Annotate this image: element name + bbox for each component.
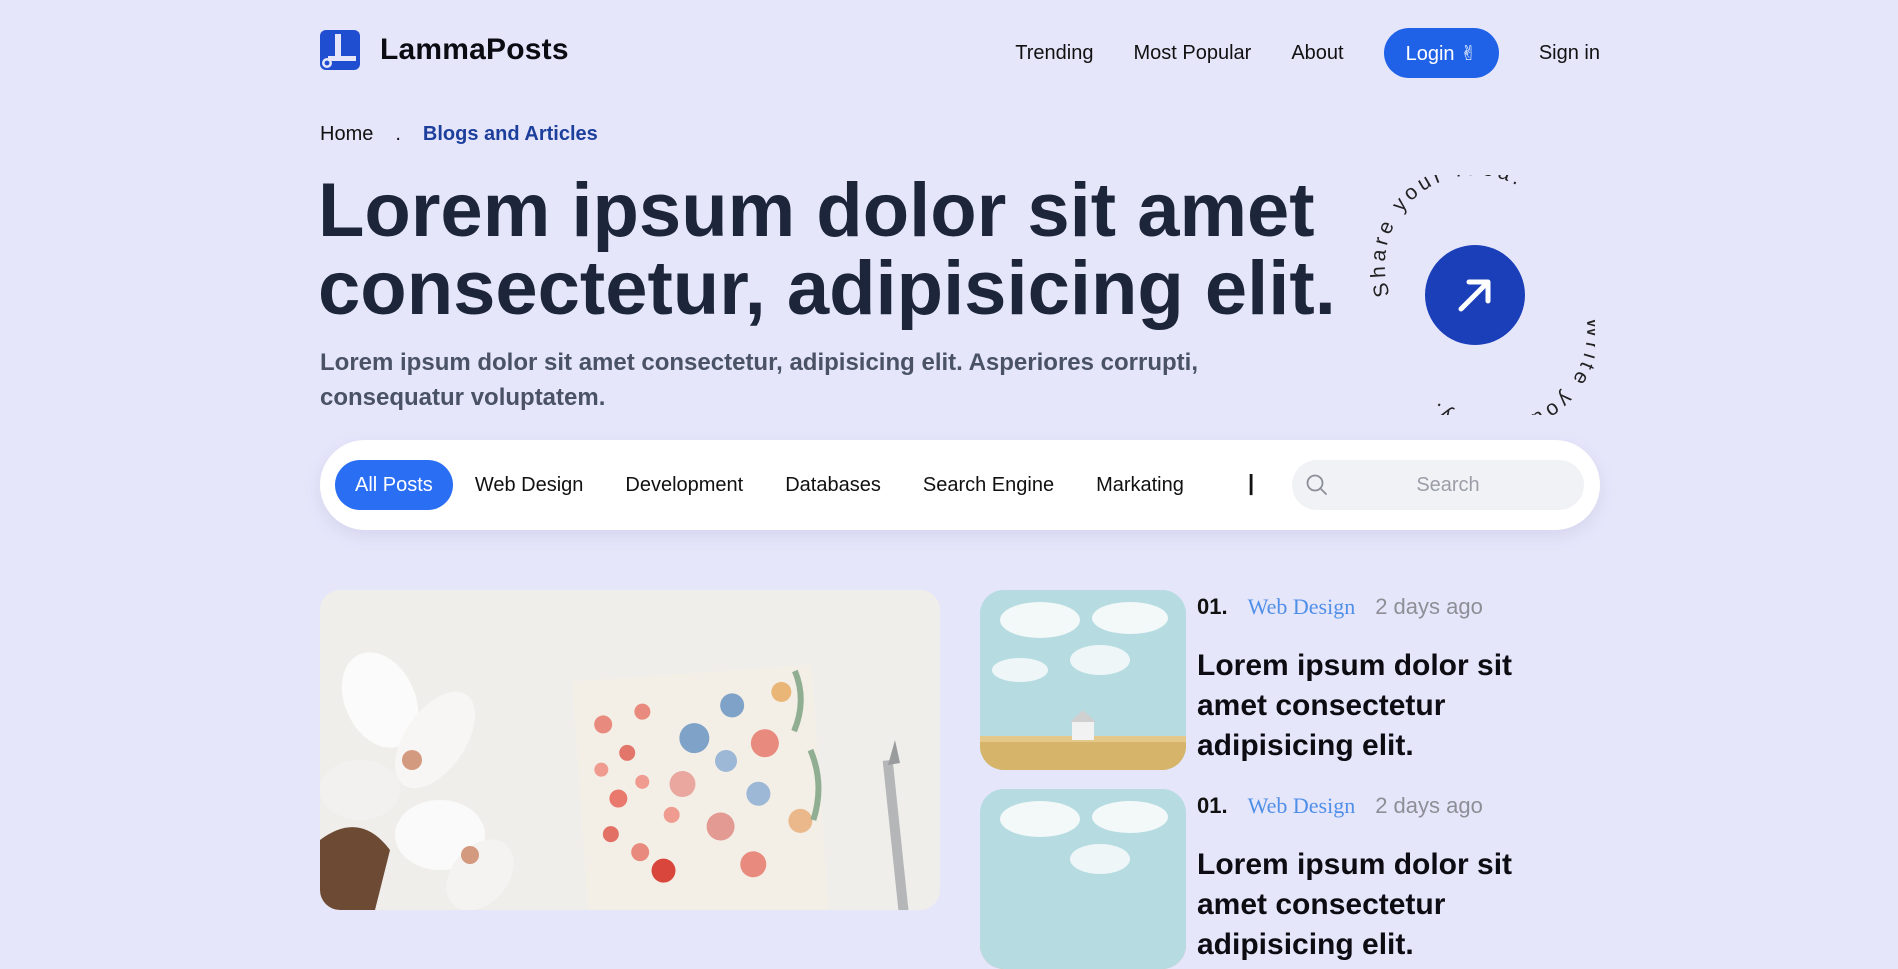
tab-development[interactable]: Development [625, 474, 743, 497]
post-category[interactable]: Web Design [1248, 594, 1356, 620]
sign-in-link[interactable]: Sign in [1539, 42, 1600, 65]
share-story-badge[interactable]: Share your Idea. Write your Story. [1355, 175, 1595, 415]
page-title: Lorem ipsum dolor sit amet consectetur, … [318, 168, 1336, 331]
nav-trending[interactable]: Trending [1015, 42, 1093, 65]
nav-about[interactable]: About [1291, 42, 1343, 65]
featured-post-image[interactable] [320, 590, 940, 910]
search-icon [1306, 474, 1327, 495]
site-header: LammaPosts Trending Most Popular About L… [320, 28, 1600, 78]
breadcrumb: Home . Blogs and Articles [320, 123, 598, 146]
tab-search-engine[interactable]: Search Engine [923, 474, 1054, 497]
post-number: 01. [1197, 793, 1228, 818]
arrow-up-right-icon [1458, 279, 1491, 312]
category-tabs: All Posts Web Design Development Databas… [335, 460, 1226, 510]
breadcrumb-home[interactable]: Home [320, 123, 373, 146]
breadcrumb-current[interactable]: Blogs and Articles [423, 123, 598, 146]
filter-divider: | [1248, 470, 1255, 495]
post-number: 01. [1197, 594, 1228, 619]
main-nav: Trending Most Popular About Login ✌ Sign… [975, 28, 1600, 78]
page-subtitle: Lorem ipsum dolor sit amet consectetur, … [320, 349, 1198, 411]
tab-web-design[interactable]: Web Design [475, 474, 584, 497]
tab-all-posts[interactable]: All Posts [335, 460, 453, 510]
post-category[interactable]: Web Design [1248, 793, 1356, 819]
search-box [1292, 460, 1584, 510]
breadcrumb-separator: . [395, 123, 401, 145]
post-time: 2 days ago [1375, 793, 1483, 818]
arrow-up-right-button[interactable] [1425, 245, 1525, 345]
landscape-image [980, 590, 1186, 770]
post-meta: 01. Web Design 2 days ago [1197, 594, 1483, 620]
landscape-image [980, 789, 1186, 969]
post-thumbnail[interactable] [980, 590, 1186, 770]
post-thumbnail[interactable] [980, 789, 1186, 969]
notebook-flowers-image [320, 590, 940, 910]
tab-markating[interactable]: Markating [1096, 474, 1184, 497]
post-time: 2 days ago [1375, 594, 1483, 619]
logo-icon [320, 30, 360, 70]
post-title[interactable]: Lorem ipsum dolor sit amet consectetur a… [1197, 845, 1557, 965]
brand-name: LammaPosts [380, 33, 569, 66]
category-filter-bar: All Posts Web Design Development Databas… [320, 440, 1600, 530]
brand-logo[interactable]: LammaPosts [320, 30, 569, 70]
nav-most-popular[interactable]: Most Popular [1133, 42, 1251, 65]
login-button[interactable]: Login ✌ [1383, 28, 1499, 78]
tab-databases[interactable]: Databases [785, 474, 881, 497]
search-input[interactable] [1336, 472, 1560, 498]
post-meta: 01. Web Design 2 days ago [1197, 793, 1483, 819]
post-title[interactable]: Lorem ipsum dolor sit amet consectetur a… [1197, 646, 1557, 766]
